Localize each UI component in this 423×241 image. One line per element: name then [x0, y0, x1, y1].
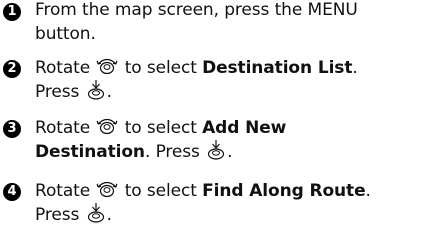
step-number-badge: 4 — [3, 183, 21, 201]
rotate-dial-icon — [95, 115, 119, 137]
press-knob-icon — [85, 202, 107, 224]
target-menu-item: Find Along Route — [202, 181, 366, 201]
rotate-word: Rotate — [35, 118, 91, 138]
press-word: Press — [155, 142, 200, 162]
target-menu-item-part-2: Destination — [35, 142, 145, 162]
to-select-text: to select — [124, 58, 197, 78]
target-menu-item-part-1: Add New — [202, 118, 287, 138]
step-number-badge: 3 — [3, 120, 21, 138]
rotate-word: Rotate — [35, 58, 91, 78]
rotate-word: Rotate — [35, 181, 91, 201]
target-menu-item: Destination List — [202, 58, 353, 78]
step-text: Rotate to select Add New Destination. Pr… — [35, 115, 423, 163]
step-text: Rotate to select Destination List. Press — [35, 55, 423, 103]
press-word: Press — [35, 82, 80, 102]
step-text: Rotate to select Find Along Route. Press — [35, 178, 423, 226]
step-number-badge: 2 — [3, 60, 21, 78]
to-select-text: to select — [124, 181, 197, 201]
to-select-text: to select — [124, 118, 197, 138]
press-knob-icon — [205, 139, 227, 161]
press-word: Press — [35, 205, 80, 225]
rotate-dial-icon — [95, 55, 119, 77]
rotate-dial-icon — [95, 178, 119, 200]
step-1-line-1: From the map screen, press the MENU — [35, 0, 358, 20]
step-text: From the map screen, press the MENU butt… — [35, 0, 423, 46]
press-knob-icon — [85, 79, 107, 101]
step-number-badge: 1 — [3, 3, 21, 21]
step-1-line-2: button. — [35, 24, 96, 44]
